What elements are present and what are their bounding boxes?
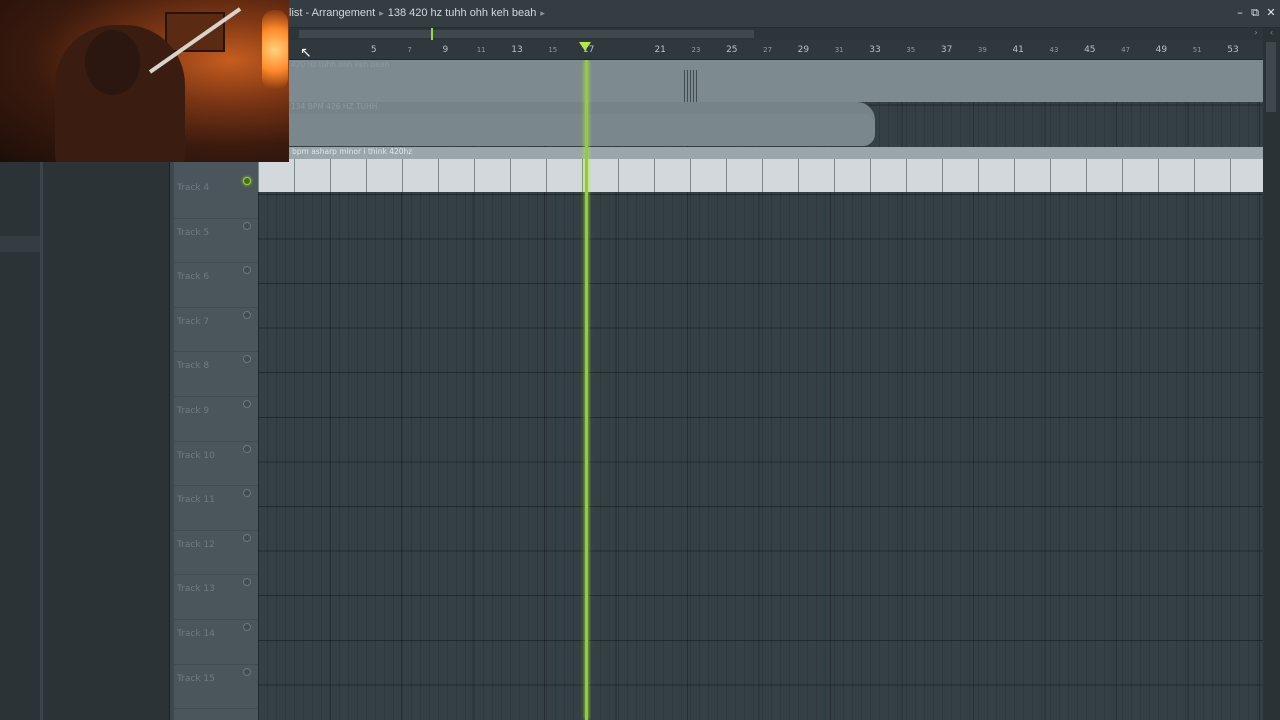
- breadcrumb-arrow-icon: ▸: [379, 8, 384, 18]
- track-header[interactable]: Track 13: [174, 575, 258, 620]
- track-mute-led-icon[interactable]: [243, 623, 251, 631]
- track-header[interactable]: Track 15: [174, 665, 258, 710]
- timeline-ruler[interactable]: 5 9 13 17 21 25 29 33 37 41 45 49 53 7 11 15 23 27 31 35 39 4…: [289, 40, 1273, 60]
- scroll-right-icon[interactable]: ›: [1251, 28, 1261, 40]
- browser-scroll-rail[interactable]: [40, 162, 43, 720]
- ruler-tick-label: 25: [726, 45, 738, 55]
- vertical-scroll-thumb[interactable]: [1266, 42, 1276, 112]
- breadcrumb-arrow-icon[interactable]: ▸: [540, 8, 545, 18]
- clip-waveform: [289, 114, 875, 146]
- track-name: Track 13: [177, 584, 215, 595]
- clip-label: 420 hz tuhh ohh keh beah: [291, 60, 390, 69]
- track-header[interactable]: Track 5: [174, 219, 258, 264]
- ruler-tick-label: 11: [476, 46, 486, 54]
- track-name: Track 15: [177, 673, 215, 684]
- clip-label: 134 BPM 426 HZ TUHH: [291, 102, 378, 111]
- track-mute-led-icon[interactable]: [243, 266, 251, 275]
- webcam-overlay: [0, 0, 289, 162]
- restore-icon[interactable]: ⧉: [1249, 7, 1261, 19]
- ruler-tick-label: 45: [1084, 45, 1096, 55]
- track-mute-led-icon[interactable]: [243, 221, 251, 230]
- clip-waveform: [258, 159, 1263, 192]
- track-name: Track 9: [177, 406, 210, 416]
- track-mute-led-icon[interactable]: [243, 444, 251, 453]
- track-header-column: Track 4 Track 5 Track 6 Track 7 Track 8 Track…: [170, 162, 258, 720]
- playlist-title-bar[interactable]: list - Arrangement ▸ 138 420 hz tuhh ohh k…: [289, 0, 1280, 28]
- browser-selected-item[interactable]: [0, 236, 40, 252]
- ruler-tick-label: 39: [977, 46, 987, 54]
- track-mute-led-icon[interactable]: [243, 667, 251, 676]
- track-name: Track 11: [177, 495, 215, 506]
- clip-label: bpm asharp minor i think 420hz: [292, 147, 413, 156]
- track-header[interactable]: Track 14: [174, 620, 258, 665]
- ruler-tick-label: 37: [940, 45, 953, 55]
- title-window-name: list - Arrangement: [289, 7, 376, 19]
- ruler-tick-label: 41: [1012, 45, 1024, 55]
- track-name: Track 6: [177, 272, 210, 283]
- webcam-lamp: [262, 10, 288, 90]
- track-mute-led-icon[interactable]: [243, 533, 251, 542]
- track-name: Track 7: [177, 316, 210, 327]
- track-header[interactable]: Track 7: [174, 308, 258, 353]
- webcam-shelf: [165, 12, 225, 52]
- ruler-tick-label: 43: [1049, 46, 1059, 54]
- track-header[interactable]: Track 12: [174, 531, 258, 576]
- ruler-tick-label: 33: [869, 45, 881, 55]
- ruler-tick-label: 21: [654, 45, 666, 55]
- ruler-tick-label: 23: [691, 46, 701, 54]
- audio-clip[interactable]: bpm asharp minor i think 420hz: [258, 147, 1263, 192]
- playhead-line[interactable]: [585, 60, 588, 720]
- webcam-person-head: [85, 30, 140, 95]
- close-icon[interactable]: ✕: [1265, 7, 1277, 19]
- ruler-tick-label: 15: [548, 46, 558, 54]
- track-name: Track 10: [177, 450, 215, 461]
- window-title: list - Arrangement ▸ 138 420 hz tuhh ohh k…: [289, 7, 549, 19]
- ruler-tick-label: 9: [442, 45, 449, 55]
- ruler-tick-label: 7: [407, 46, 412, 54]
- overview-scroll-thumb[interactable]: [299, 30, 754, 38]
- ruler-tick-label: 51: [1192, 46, 1202, 54]
- track-header[interactable]: Track 9: [174, 397, 258, 442]
- ruler-tick-label: 5: [370, 45, 377, 55]
- title-arrangement-name[interactable]: 138 420 hz tuhh ohh keh beah: [388, 7, 537, 19]
- scroll-up-icon[interactable]: ‹: [1263, 28, 1280, 40]
- track-name: Track 12: [177, 539, 215, 550]
- ruler-tick-label: 47: [1121, 46, 1131, 54]
- ruler-tick-label: 27: [763, 46, 773, 54]
- arrangement-overview-scrollbar[interactable]: ›: [289, 28, 1263, 40]
- track-mute-led-icon[interactable]: [243, 578, 251, 587]
- track-header[interactable]: Track 6: [174, 263, 258, 308]
- ruler-tick-label: 13: [511, 45, 523, 55]
- clip-waveform-peak: [684, 70, 698, 102]
- track-mute-led-icon[interactable]: [243, 489, 251, 498]
- ruler-tick-label: 17: [582, 45, 595, 55]
- vertical-scrollbar[interactable]: ‹: [1263, 28, 1280, 720]
- audio-clip[interactable]: 134 BPM 426 HZ TUHH: [289, 102, 875, 146]
- track-mute-led-icon[interactable]: [243, 355, 251, 364]
- minimize-icon[interactable]: –: [1234, 7, 1246, 19]
- audio-clip[interactable]: 420 hz tuhh ohh keh beah: [289, 60, 1263, 102]
- track-header[interactable]: Track 11: [174, 486, 258, 531]
- track-name: Track 8: [177, 361, 210, 372]
- track-header[interactable]: Track 10: [174, 442, 258, 487]
- track-header[interactable]: Track 8: [174, 352, 258, 397]
- overview-playhead-mark: [431, 28, 433, 40]
- ruler-tick-label: 29: [797, 45, 810, 55]
- track-mute-led-icon[interactable]: [243, 310, 251, 319]
- mouse-cursor-icon: ↖: [300, 45, 312, 61]
- track-header[interactable]: Track 4: [174, 174, 258, 219]
- clip-waveform: [289, 70, 1263, 102]
- track-mute-led-icon[interactable]: [243, 177, 251, 185]
- ruler-tick-label: 49: [1155, 45, 1168, 55]
- track-name: Track 4: [177, 183, 210, 193]
- track-mute-led-icon[interactable]: [243, 400, 251, 408]
- ruler-tick-label: 35: [906, 46, 916, 54]
- ruler-tick-label: 53: [1227, 45, 1239, 55]
- ruler-tick-label: 31: [834, 46, 844, 54]
- track-name: Track 5: [177, 227, 210, 238]
- track-name: Track 14: [177, 629, 215, 639]
